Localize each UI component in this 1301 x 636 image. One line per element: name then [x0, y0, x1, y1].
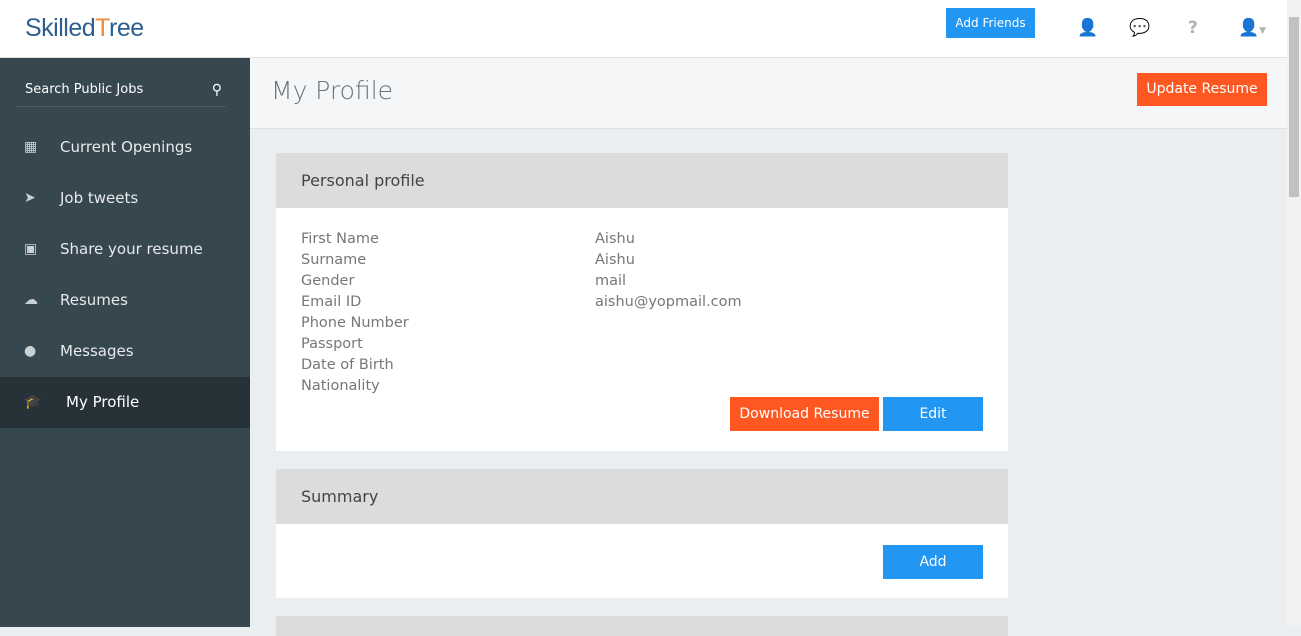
field-label: Surname — [301, 252, 367, 268]
search-icon[interactable]: ⚲ — [212, 73, 222, 107]
grid-icon: ▦ — [24, 139, 38, 155]
field-label: Date of Birth — [301, 357, 394, 373]
cloud-upload-icon: ☁ — [24, 292, 38, 308]
field-label: Email ID — [301, 294, 362, 310]
sidebar-item-job-tweets[interactable]: ➤ Job tweets — [0, 173, 250, 224]
sidebar-item-label: My Profile — [66, 393, 140, 411]
scrollbar-thumb[interactable] — [1289, 17, 1299, 197]
field-value: aishu@yopmail.com — [595, 294, 742, 310]
logo-tree: T — [95, 14, 109, 42]
logo[interactable]: SkilledTree — [25, 14, 144, 43]
logo-text: Skilled — [25, 14, 96, 42]
sidebar-item-messages[interactable]: ● Messages — [0, 326, 250, 377]
next-card — [276, 616, 1008, 636]
add-summary-button[interactable]: Add — [883, 545, 983, 579]
personal-profile-card: Personal profile First Name Aishu Surname A… — [276, 153, 1008, 451]
field-label: Phone Number — [301, 315, 409, 331]
page-header: My Profile Update Resume — [250, 58, 1287, 129]
update-resume-button[interactable]: Update Resume — [1137, 73, 1267, 106]
search-label: Search Public Jobs — [25, 82, 144, 97]
briefcase-icon: ▣ — [24, 241, 38, 257]
card-title: Summary — [276, 469, 1008, 524]
field-label: Gender — [301, 273, 355, 289]
sidebar-item-current-openings[interactable]: ▦ Current Openings — [0, 122, 250, 173]
card-title: Personal profile — [276, 153, 1008, 208]
field-label: Passport — [301, 336, 363, 352]
paper-plane-icon: ➤ — [24, 190, 36, 206]
scrollbar[interactable] — [1287, 0, 1301, 627]
sidebar-item-label: Job tweets — [60, 189, 139, 207]
sidebar-item-label: Resumes — [60, 291, 128, 309]
sidebar-item-label: Share your resume — [60, 240, 203, 258]
search-public-jobs[interactable]: Search Public Jobs ⚲ — [16, 73, 226, 107]
user-icon[interactable]: 👤 — [1077, 18, 1098, 38]
sidebar-item-label: Messages — [60, 342, 134, 360]
help-icon[interactable]: ? — [1188, 18, 1198, 38]
comment-icon: ● — [24, 343, 37, 359]
graduation-cap-icon: 🎓 — [24, 394, 42, 410]
sidebar-item-my-profile[interactable]: 🎓 My Profile — [0, 377, 250, 428]
download-resume-button[interactable]: Download Resume — [730, 397, 879, 431]
field-value: Aishu — [595, 252, 635, 268]
field-value: Aishu — [595, 231, 635, 247]
sidebar-item-share-resume[interactable]: ▣ Share your resume — [0, 224, 250, 275]
sidebar-item-resumes[interactable]: ☁ Resumes — [0, 275, 250, 326]
field-label: First Name — [301, 231, 379, 247]
field-label: Nationality — [301, 378, 380, 394]
add-friends-button[interactable]: Add Friends — [946, 8, 1035, 38]
top-bar: SkilledTree Add Friends 👤 💬 ? 👤▼ — [0, 0, 1287, 58]
field-value: mail — [595, 273, 627, 289]
sidebar-item-label: Current Openings — [60, 138, 193, 156]
summary-card: Summary Add — [276, 469, 1008, 598]
logo-text-end: ree — [109, 14, 144, 42]
account-menu-icon[interactable]: 👤▼ — [1238, 18, 1266, 38]
edit-button[interactable]: Edit — [883, 397, 983, 431]
page-title: My Profile — [271, 76, 394, 105]
chat-icon[interactable]: 💬 — [1129, 18, 1150, 38]
